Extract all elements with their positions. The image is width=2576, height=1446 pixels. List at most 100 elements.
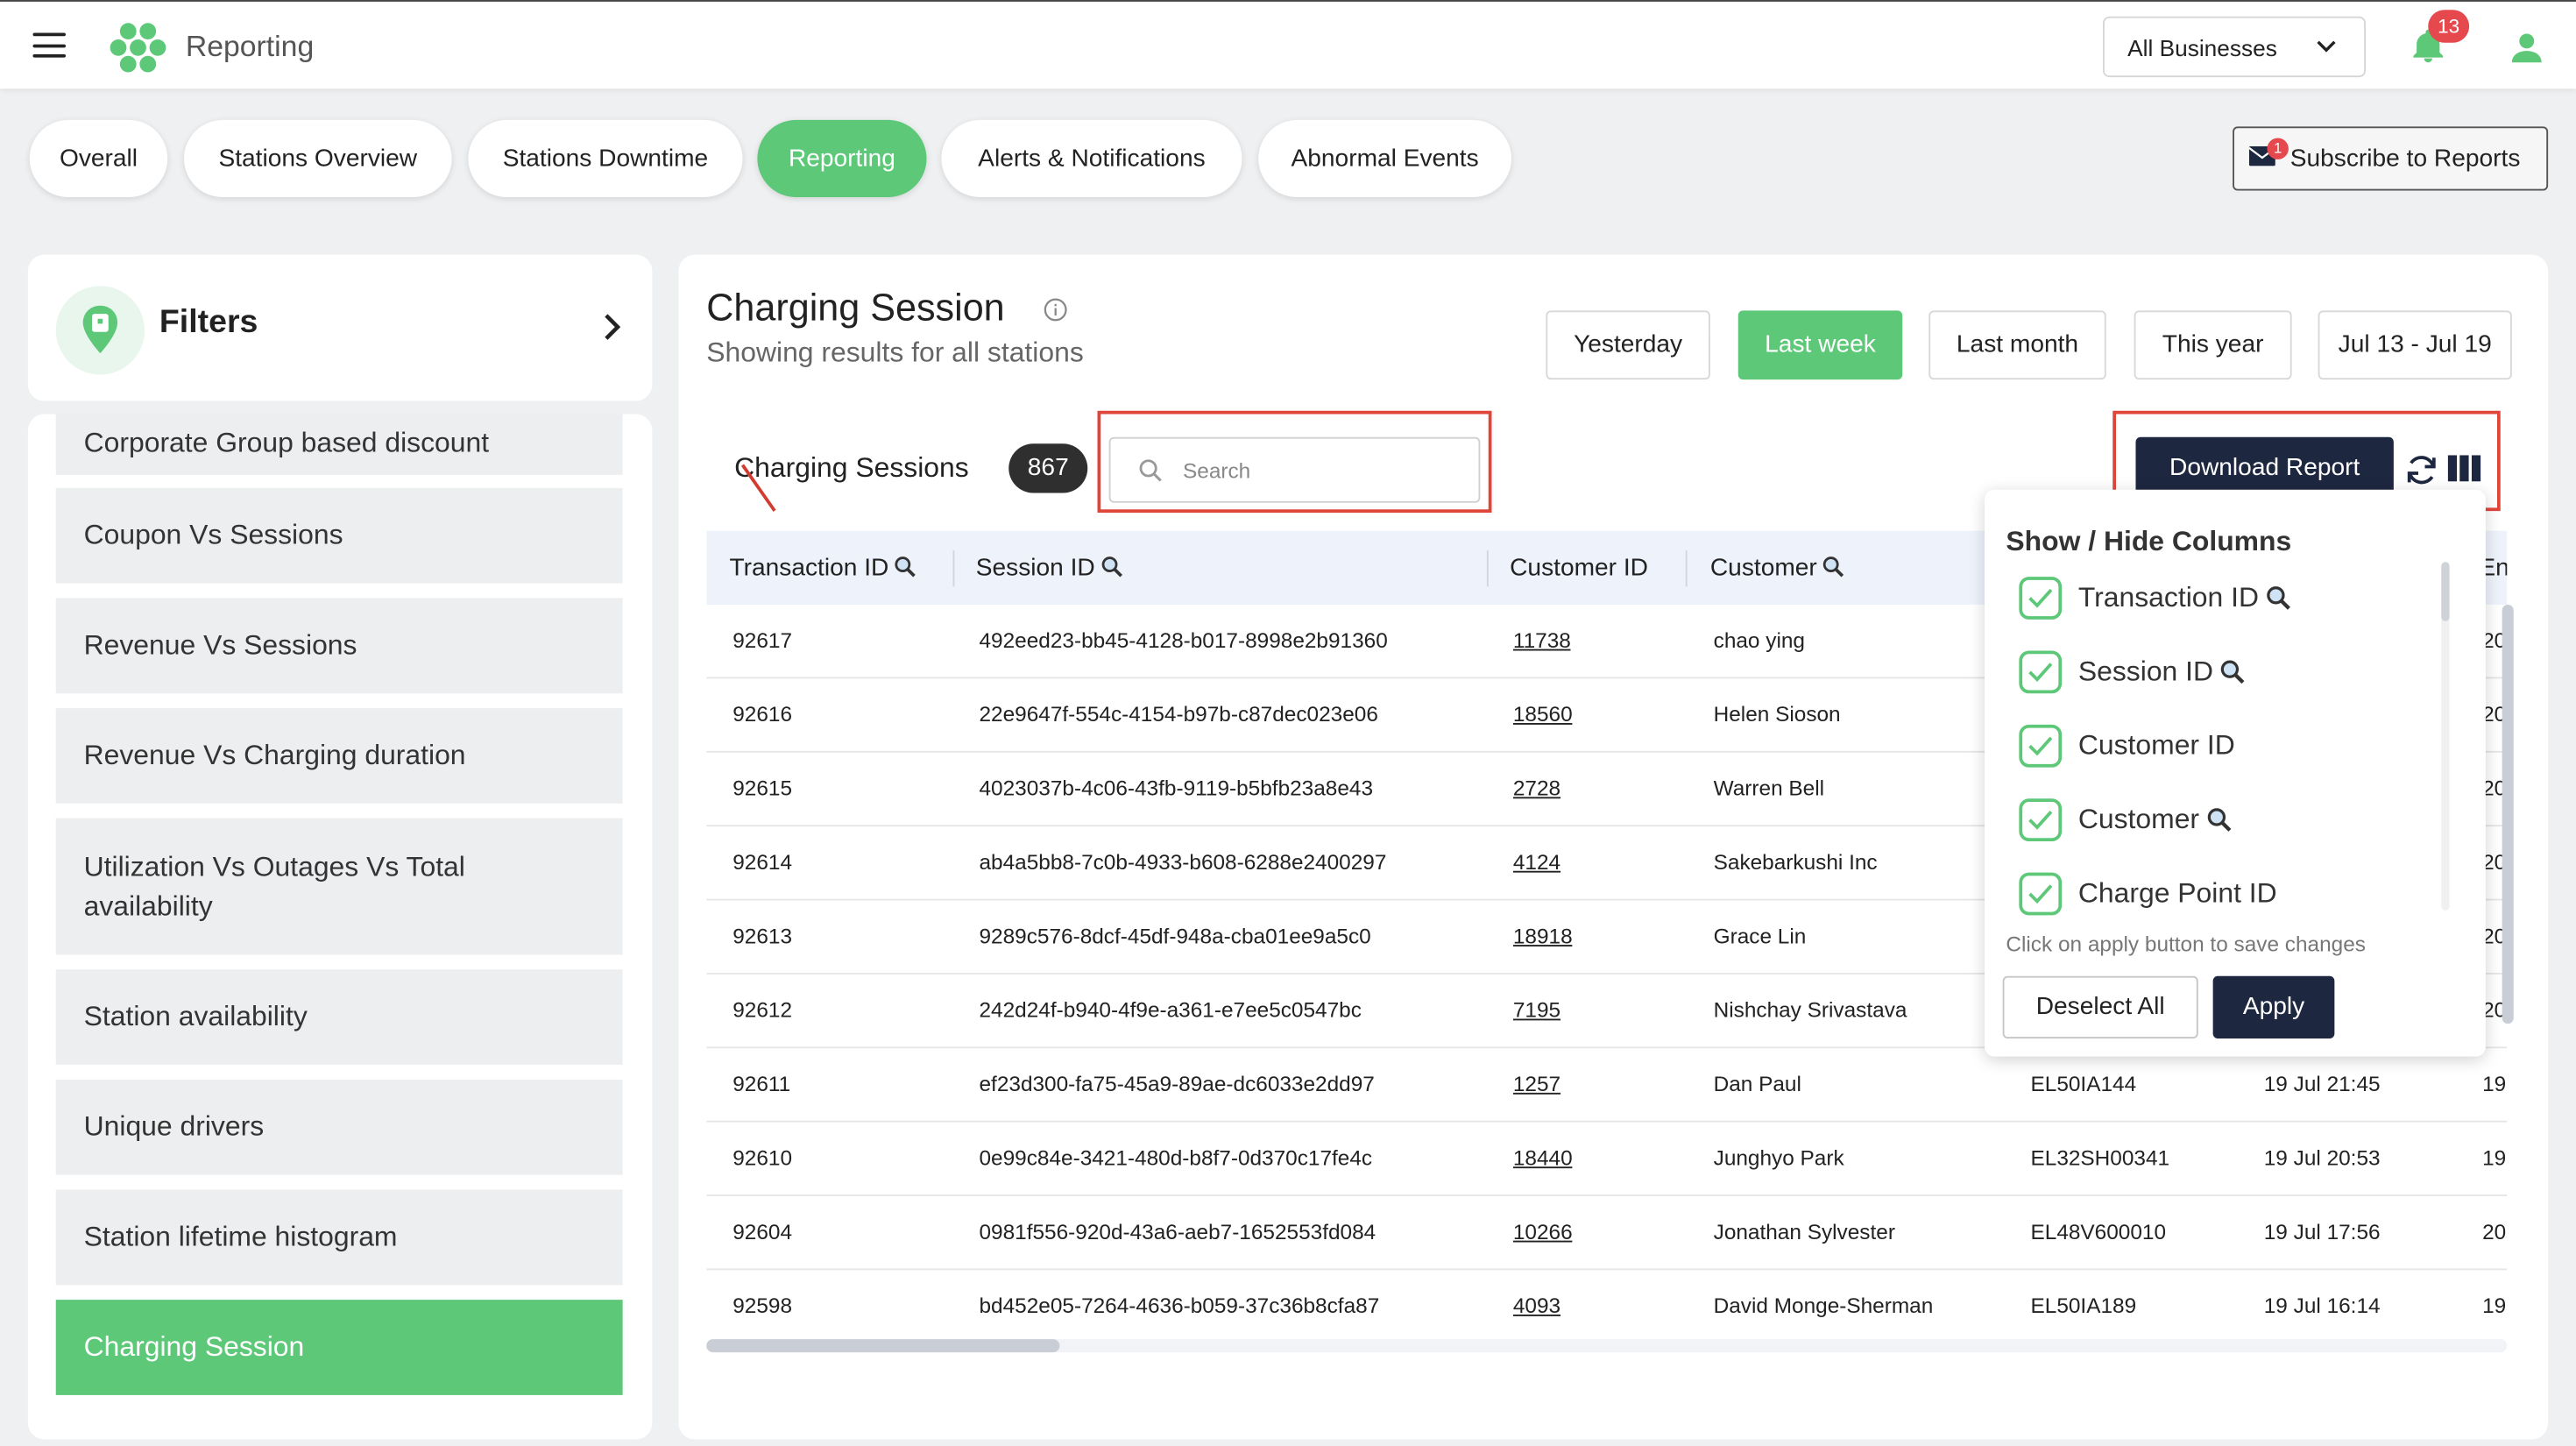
header-divider: [1685, 550, 1688, 587]
table-vertical-scrollbar[interactable]: [2502, 605, 2514, 1024]
tab-stations-downtime[interactable]: Stations Downtime: [468, 119, 743, 197]
sidebar-item-label: Revenue Vs Sessions: [83, 629, 357, 661]
table-row[interactable]: 92610 0e99c84e-3421-480d-b8f7-0d370c17fe…: [706, 1123, 2508, 1196]
download-report-button[interactable]: Download Report: [2135, 436, 2394, 499]
scrollbar-thumb[interactable]: [706, 1339, 1060, 1353]
cell-end: 19: [2482, 1145, 2507, 1170]
cell-customer-id-link[interactable]: 1257: [1513, 1048, 1560, 1121]
subscribe-label: Subscribe to Reports: [2289, 145, 2521, 173]
sidebar-item-unique-drivers[interactable]: Unique drivers: [55, 1079, 623, 1175]
sidebar-item-revenue-vs-charging-duration[interactable]: Revenue Vs Charging duration: [55, 708, 623, 804]
checkbox-checked-icon[interactable]: [2019, 577, 2063, 620]
subscribe-button[interactable]: 1 Subscribe to Reports: [2233, 126, 2549, 191]
business-select[interactable]: All Businesses: [2103, 16, 2366, 78]
columns-icon[interactable]: [2447, 455, 2481, 482]
period-last-week[interactable]: Last week: [1737, 310, 1903, 380]
period-last-month[interactable]: Last month: [1928, 310, 2106, 380]
cell-customer-id-link[interactable]: 18440: [1513, 1123, 1573, 1195]
sidebar-item-station-lifetime-histogram[interactable]: Station lifetime histogram: [55, 1189, 623, 1286]
cell-session-id: ef23d300-fa75-45a9-89ae-dc6033e2dd97: [979, 1071, 1375, 1096]
column-toggle-customer[interactable]: Customer: [2019, 796, 2232, 845]
filter-pin-icon: [55, 286, 145, 375]
column-toggle-label: Charge Point ID: [2077, 877, 2277, 909]
cell-session-id: bd452e05-7264-4636-b059-37c36b8cfa87: [979, 1293, 1380, 1318]
info-icon[interactable]: [1044, 297, 1068, 322]
sessions-label: Charging Sessions: [734, 451, 969, 484]
header-session-id[interactable]: Session ID: [976, 531, 1123, 605]
deselect-all-button[interactable]: Deselect All: [2002, 975, 2198, 1038]
header-customer[interactable]: Customer: [1710, 531, 1845, 605]
search-box[interactable]: [1108, 436, 1481, 503]
cell-start-time: 19 Jul 21:45: [2263, 1071, 2381, 1096]
popover-title: Show / Hide Columns: [2006, 526, 2292, 557]
checkbox-checked-icon[interactable]: [2019, 724, 2063, 768]
cell-customer-id-link[interactable]: 18918: [1513, 901, 1573, 974]
cell-customer-id-link[interactable]: 2728: [1513, 753, 1560, 826]
cell-customer: Warren Bell: [1713, 776, 1825, 801]
apply-button[interactable]: Apply: [2212, 975, 2335, 1038]
checkbox-checked-icon[interactable]: [2019, 650, 2063, 694]
sidebar-item-charging-session[interactable]: Charging Session: [55, 1300, 623, 1395]
cell-customer: chao ying: [1713, 627, 1805, 653]
tab-reporting[interactable]: Reporting: [757, 119, 927, 197]
cell-end: 19: [2482, 1071, 2507, 1096]
app-title: Reporting: [185, 29, 315, 63]
tab-abnormal-events[interactable]: Abnormal Events: [1258, 119, 1511, 197]
sidebar-item-corporate-group-discount[interactable]: Corporate Group based discount: [55, 414, 623, 475]
cell-customer-id-link[interactable]: 18560: [1513, 678, 1573, 751]
cell-transaction-id: 92598: [732, 1293, 793, 1318]
cell-session-id: 492eed23-bb45-4128-b017-8998e2b91360: [979, 627, 1388, 653]
table-row[interactable]: 92611 ef23d300-fa75-45a9-89ae-dc6033e2dd…: [706, 1048, 2508, 1123]
cell-customer-id-link[interactable]: 10266: [1513, 1196, 1573, 1269]
chevron-right-icon[interactable]: [601, 309, 624, 345]
header-transaction-id[interactable]: Transaction ID: [730, 531, 917, 605]
checkbox-checked-icon[interactable]: [2019, 872, 2063, 916]
cell-charge-point-id: EL32SH00341: [2030, 1145, 2170, 1170]
cell-customer-id-link[interactable]: 4124: [1513, 826, 1560, 899]
sidebar-item-label: Unique drivers: [83, 1110, 265, 1143]
cell-customer-id-link[interactable]: 7195: [1513, 975, 1560, 1047]
user-icon[interactable]: [2507, 28, 2546, 67]
cell-customer-id-link[interactable]: 11738: [1513, 605, 1571, 677]
sidebar-item-coupon-vs-sessions[interactable]: Coupon Vs Sessions: [55, 487, 623, 584]
search-icon[interactable]: [1822, 556, 1844, 578]
header-divider: [952, 550, 955, 587]
page-title: Charging Session: [706, 286, 1005, 329]
filters-card[interactable]: Filters: [27, 254, 653, 401]
tab-alerts-notifications[interactable]: Alerts & Notifications: [941, 119, 1242, 197]
popover-scrollbar[interactable]: [2441, 562, 2450, 911]
table-row[interactable]: 92604 0981f556-920d-43a6-aeb7-1652553fd0…: [706, 1196, 2508, 1271]
column-toggle-transaction-id[interactable]: Transaction ID: [2019, 573, 2291, 622]
tab-stations-overview[interactable]: Stations Overview: [184, 119, 452, 197]
search-input[interactable]: [1183, 451, 1462, 488]
sidebar-item-label: Utilization Vs Outages Vs Total availabi…: [83, 850, 465, 921]
menu-icon[interactable]: [32, 32, 66, 58]
column-toggle-customer-id[interactable]: Customer ID: [2019, 721, 2235, 770]
search-icon[interactable]: [1100, 556, 1122, 578]
cell-customer: Dan Paul: [1713, 1071, 1801, 1096]
subscribe-badge: 1: [2267, 138, 2289, 159]
checkbox-checked-icon[interactable]: [2019, 798, 2063, 841]
tab-overall[interactable]: Overall: [29, 119, 168, 197]
sidebar-item-utilization-outages[interactable]: Utilization Vs Outages Vs Total availabi…: [55, 818, 623, 955]
sidebar-item-station-availability[interactable]: Station availability: [55, 969, 623, 1065]
column-visibility-popover: Show / Hide Columns Transaction ID Sessi…: [1985, 489, 2486, 1057]
period-yesterday[interactable]: Yesterday: [1546, 310, 1710, 380]
refresh-icon[interactable]: [2403, 452, 2439, 488]
search-icon[interactable]: [894, 556, 916, 578]
sidebar-item-revenue-vs-sessions[interactable]: Revenue Vs Sessions: [55, 598, 623, 694]
cell-customer: Jonathan Sylvester: [1713, 1219, 1895, 1244]
column-toggle-session-id[interactable]: Session ID: [2019, 648, 2246, 697]
period-this-year[interactable]: This year: [2134, 310, 2292, 380]
date-range-picker[interactable]: Jul 13 - Jul 19: [2318, 310, 2512, 380]
table-horizontal-scrollbar[interactable]: [706, 1339, 2508, 1353]
column-toggle-charge-point-id[interactable]: Charge Point ID: [2019, 869, 2277, 918]
scrollbar-thumb[interactable]: [2441, 562, 2450, 621]
table-row[interactable]: 92598 bd452e05-7264-4636-b059-37c36b8cfa…: [706, 1270, 2507, 1336]
sidebar-item-label: Coupon Vs Sessions: [83, 519, 343, 551]
column-toggle-label: Transaction ID: [2077, 581, 2259, 613]
logo-icon: [110, 23, 166, 73]
header-customer-id[interactable]: Customer ID: [1510, 531, 1648, 605]
cell-customer-id-link[interactable]: 4093: [1513, 1270, 1560, 1336]
popover-hint: Click on apply button to save changes: [2006, 932, 2366, 957]
